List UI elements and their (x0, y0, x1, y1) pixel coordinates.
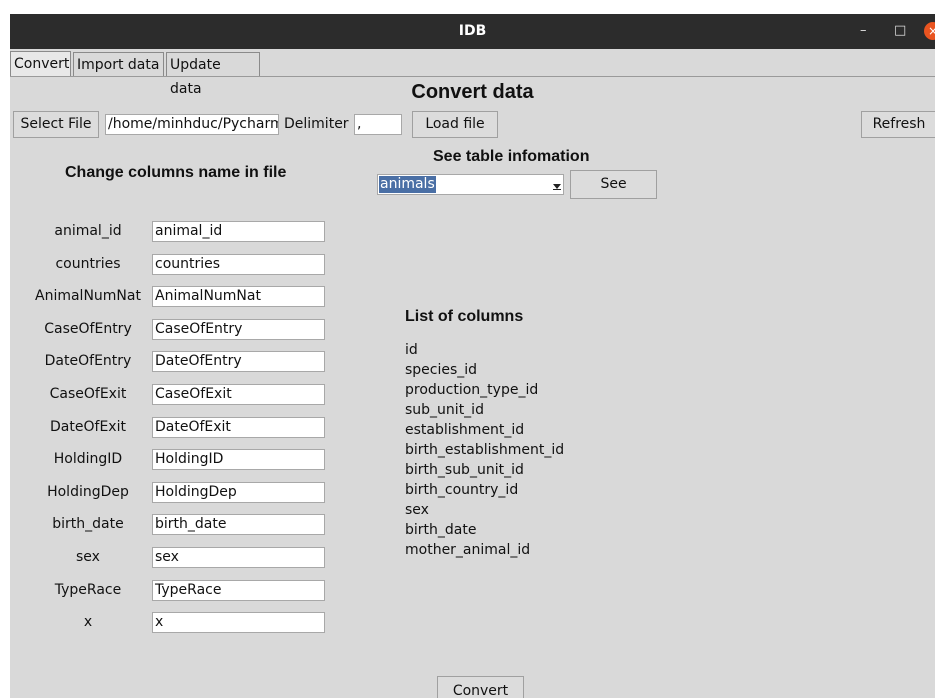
column-list-item: id (405, 342, 418, 358)
maximize-button[interactable]: □ (894, 14, 906, 49)
rename-columns-heading: Change columns name in file (65, 164, 287, 181)
column-label: TypeRace (54, 581, 122, 598)
column-list-item: birth_date (405, 522, 477, 538)
column-label: x (83, 614, 93, 631)
column-list-item: species_id (405, 362, 478, 378)
column-label: DateOfEntry (44, 353, 132, 370)
title-bar: IDB – □ × (10, 14, 935, 49)
refresh-button[interactable]: Refresh (861, 111, 935, 138)
app-window: IDB – □ × Convert Import data Update dat… (10, 14, 935, 698)
column-list-item: birth_establishment_id (405, 442, 565, 458)
delimiter-label: Delimiter (284, 116, 349, 132)
column-name-field[interactable]: CaseOfExit (152, 384, 325, 405)
see-button[interactable]: See (570, 170, 657, 199)
column-label: HoldingDep (47, 483, 129, 500)
column-label: DateOfExit (50, 418, 126, 435)
column-name-field[interactable]: birth_date (152, 514, 325, 536)
columns-list: id species_id production_type_id sub_unit_i… (405, 340, 564, 560)
column-name-field[interactable]: x (152, 612, 325, 634)
close-icon: × (927, 24, 935, 38)
table-select-value: animals (379, 176, 436, 193)
column-label: birth_date (52, 516, 124, 533)
close-button[interactable]: × (924, 22, 935, 40)
select-file-button[interactable]: Select File (13, 111, 99, 138)
column-list-item: establishment_id (405, 422, 525, 438)
column-list-item: mother_animal_id (405, 542, 531, 558)
column-label: HoldingID (53, 451, 123, 468)
column-name-field[interactable]: DateOfEntry (152, 351, 325, 373)
column-list-item: sex (405, 502, 429, 518)
tab-update-data[interactable]: Update data (166, 52, 260, 97)
column-list-item: sub_unit_id (405, 402, 484, 418)
column-name-field[interactable]: TypeRace (152, 579, 325, 601)
page-title: Convert data (411, 81, 534, 103)
table-info-heading: See table infomation (433, 148, 590, 165)
column-name-field[interactable]: AnimalNumNat (152, 286, 325, 308)
window-title: IDB (458, 23, 487, 39)
column-name-field[interactable]: countries (152, 253, 325, 275)
load-file-button[interactable]: Load file (412, 111, 498, 138)
column-name-field[interactable]: HoldingDep (152, 481, 325, 503)
column-name-field[interactable]: DateOfExit (152, 416, 325, 438)
columns-list-heading: List of columns (405, 308, 524, 325)
table-select[interactable]: animals (377, 174, 564, 195)
tab-import-data[interactable]: Import data (73, 52, 164, 76)
file-path-field[interactable]: /home/minhduc/Pycharm (105, 114, 279, 135)
column-label: CaseOfEntry (44, 320, 132, 337)
column-label: AnimalNumNat (35, 288, 141, 305)
column-name-field[interactable]: animal_id (152, 221, 325, 242)
column-name-field[interactable]: HoldingID (152, 449, 325, 471)
tab-divider (10, 76, 935, 77)
column-label: animal_id (54, 223, 122, 239)
column-label: sex (76, 549, 100, 565)
convert-button[interactable]: Convert (437, 676, 524, 698)
column-name-field[interactable]: CaseOfEntry (152, 318, 325, 340)
column-label: CaseOfExit (49, 386, 127, 402)
delimiter-field[interactable]: , (354, 114, 402, 135)
column-name-field[interactable]: sex (152, 547, 325, 568)
column-list-item: birth_country_id (405, 482, 519, 498)
column-list-item: birth_sub_unit_id (405, 462, 524, 478)
column-list-item: production_type_id (405, 382, 539, 398)
minimize-button[interactable]: – (860, 14, 867, 49)
chevron-down-icon (553, 182, 561, 190)
column-label: countries (55, 255, 121, 272)
tab-convert[interactable]: Convert (10, 51, 71, 77)
